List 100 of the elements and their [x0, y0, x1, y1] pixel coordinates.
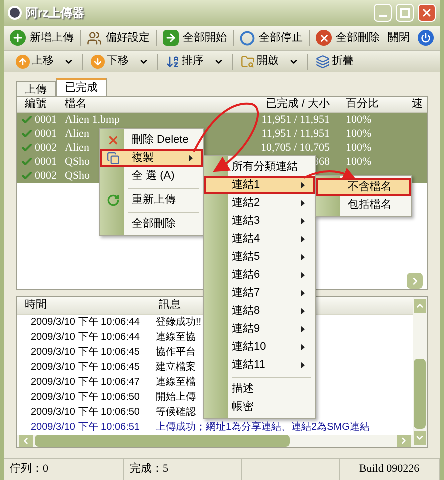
sort-icon [166, 54, 180, 68]
table-cell: 11,951 / 11,951 [262, 128, 330, 140]
status-text: 完成：5 [130, 462, 168, 478]
menu-item[interactable]: 連結7 [204, 284, 315, 302]
check-icon [21, 114, 33, 126]
check-icon [21, 156, 33, 168]
chevron-right-icon [399, 436, 409, 446]
table-cell: 11,951 / 11,951 [262, 114, 330, 126]
table-cell: 100% [346, 114, 372, 126]
toolbar-button[interactable]: 偏好設定 [85, 30, 152, 46]
arrow-down-icon [91, 54, 105, 68]
horizontal-scrollbar[interactable] [17, 434, 413, 447]
column-header[interactable]: 百分比 [334, 96, 389, 113]
toolbar-button[interactable] [416, 30, 436, 46]
minimize-button[interactable] [374, 4, 392, 22]
copy-icon [106, 152, 120, 164]
column-header[interactable]: 訊息 [155, 297, 185, 314]
log-message: 上傳成功；網址1為分享連結、連結2為SMG連結 [156, 420, 370, 435]
window-title: 阿rz上傳器 [26, 5, 85, 22]
windows-icon [316, 54, 330, 68]
toolbar-button[interactable]: 全部刪除 [314, 30, 382, 46]
log-time: 2009/3/10 下午 10:06:51 [31, 422, 140, 433]
chevron-down-icon [415, 433, 425, 443]
log-time: 2009/3/10 下午 10:06:44 [31, 316, 140, 328]
column-header[interactable]: 已完成 / 大小 [229, 96, 334, 113]
menu-item[interactable]: 連結9 [204, 320, 315, 338]
menu-item[interactable]: 連結6 [204, 266, 315, 284]
menu-item[interactable]: 重新上傳 [100, 191, 203, 209]
table-cell-text: 0002 [35, 140, 57, 156]
toolbar-button[interactable]: 折疊 [316, 53, 354, 70]
table-cell: QSho [65, 156, 90, 168]
menu-item[interactable]: 複製 [100, 149, 203, 167]
close-icon [106, 134, 120, 146]
table-cell-text: 0001 [35, 154, 57, 170]
status-text: 佇列：0 [10, 462, 48, 478]
chevron-left-icon [21, 436, 31, 446]
log-message: 登錄成功!! [156, 316, 202, 330]
column-header[interactable]: 時間 [17, 297, 155, 314]
table-cell: Alien [65, 128, 90, 140]
table-cell-text: 0001 [35, 112, 57, 128]
menu-item[interactable]: 連結3 [204, 212, 315, 230]
menu-item[interactable]: 連結4 [204, 230, 315, 248]
table-cell: QSho [65, 170, 90, 182]
log-message: 等候確認 [156, 406, 196, 420]
menu-item[interactable]: 帳密 [204, 398, 315, 416]
status-text: Build 090226 [359, 462, 420, 478]
toolbar-button[interactable]: 全部停止 [238, 30, 305, 46]
toolbar-button[interactable]: 開啟 [241, 53, 299, 70]
table-cell: 10,705 / 10,705 [260, 142, 330, 154]
close-button[interactable] [418, 4, 436, 22]
menu-item[interactable]: 連結1 [204, 176, 315, 194]
log-time: 2009/3/10 下午 10:06:50 [31, 406, 140, 418]
log-time: 2009/3/10 下午 10:06:45 [31, 346, 140, 358]
chevron-up-icon [415, 301, 425, 311]
table-cell: 100% [346, 156, 372, 168]
check-icon [21, 170, 33, 182]
table-cell: 100% [346, 142, 372, 154]
column-header[interactable]: 速 [389, 96, 427, 113]
toolbar-button[interactable]: 全部開始 [161, 30, 229, 46]
maximize-button[interactable] [396, 4, 414, 22]
people-icon [87, 30, 102, 46]
menu-item[interactable]: 連結5 [204, 248, 315, 266]
scroll-right-button[interactable] [407, 273, 423, 289]
menu-item[interactable]: 全 選 (A) [100, 167, 203, 185]
toolbar-button[interactable]: 關閉 [386, 30, 412, 46]
table-cell: 100% [346, 128, 372, 140]
menu-item[interactable]: 連結11 [204, 356, 315, 374]
log-message: 建立檔案 [156, 360, 196, 375]
menu-item[interactable]: 包括檔名 [316, 196, 411, 214]
table-cell: Alien [65, 142, 90, 154]
menu-item[interactable]: 連結2 [204, 194, 315, 212]
column-header[interactable]: 編號 [17, 96, 61, 113]
close-icon [316, 30, 332, 46]
log-time: 2009/3/10 下午 10:06:47 [31, 376, 140, 388]
tab[interactable]: 上傳 [16, 81, 56, 96]
log-message: 連線至檔 [156, 376, 196, 390]
toolbar-button[interactable]: 新增上傳 [8, 30, 76, 46]
menu-item[interactable]: 連結8 [204, 302, 315, 320]
table-cell-text: 0001 [35, 126, 57, 142]
menu-item[interactable]: 描述 [204, 380, 315, 398]
power-icon [418, 30, 434, 46]
folder-search-icon [241, 54, 255, 68]
plus-icon [10, 30, 26, 46]
check-icon [21, 128, 33, 140]
toolbar-button[interactable]: 排序 [166, 53, 224, 70]
table-cell-text: 0002 [35, 168, 57, 184]
close-icon [421, 7, 433, 19]
menu-item[interactable]: 連結10 [204, 338, 315, 356]
arrow-up-icon [16, 54, 30, 68]
log-time: 2009/3/10 下午 10:06:50 [31, 392, 140, 403]
table-cell: Alien 1.bmp [65, 114, 120, 126]
menu-item[interactable]: 不含檔名 [316, 178, 411, 196]
toolbar-button[interactable]: 下移 [91, 53, 149, 70]
tab[interactable]: 已完成 [56, 78, 107, 96]
column-header[interactable]: 檔名 [61, 96, 229, 113]
vertical-scrollbar[interactable] [413, 297, 427, 447]
menu-item[interactable]: 全部刪除 [100, 215, 203, 233]
arrow-right-icon [163, 30, 179, 46]
refresh-icon [106, 194, 120, 206]
toolbar-button[interactable]: 上移 [16, 53, 74, 70]
